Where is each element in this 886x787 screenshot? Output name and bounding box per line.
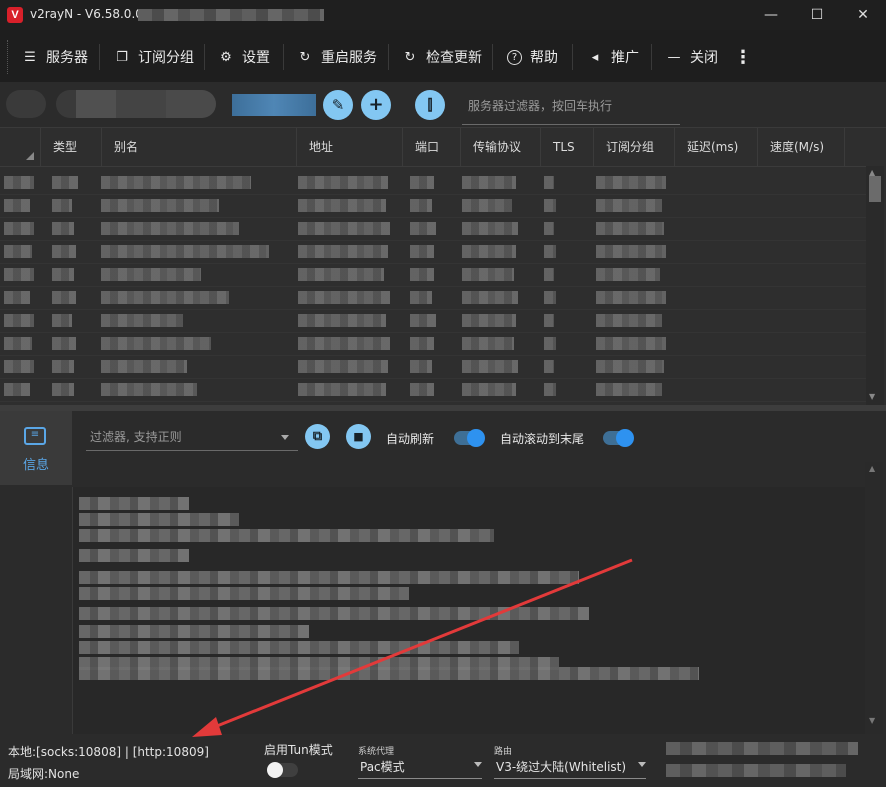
local-ports-status: 本地:[socks:10808] | [http:10809] xyxy=(8,745,209,759)
toggle-knob xyxy=(267,762,283,778)
chevron-down-icon xyxy=(474,762,482,767)
annotation-arrow xyxy=(192,558,633,737)
lan-status: 局域网:None xyxy=(8,767,80,781)
system-proxy-select[interactable]: Pac模式 xyxy=(358,756,482,779)
system-proxy-value: Pac模式 xyxy=(360,760,405,774)
tun-mode-label: 启用Tun模式 xyxy=(264,743,333,757)
arrow-head xyxy=(192,717,222,737)
redacted-status-info xyxy=(666,742,858,755)
routing-select[interactable]: V3-绕过大陆(Whitelist) xyxy=(494,756,646,779)
arrow-shaft xyxy=(211,558,633,730)
routing-value: V3-绕过大陆(Whitelist) xyxy=(496,760,627,774)
tun-mode-toggle[interactable] xyxy=(267,762,298,778)
redacted-status-info xyxy=(666,764,846,777)
chevron-down-icon xyxy=(638,762,646,767)
